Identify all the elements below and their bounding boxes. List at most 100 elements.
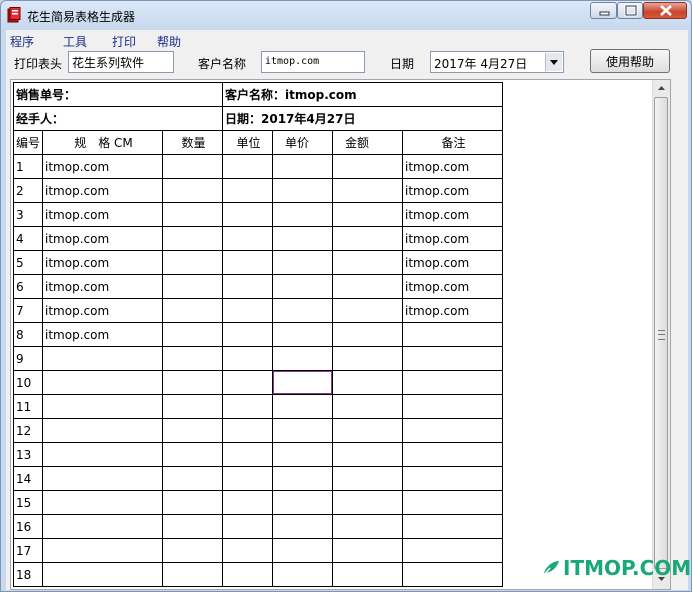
qty-cell[interactable] [162,202,223,227]
col-header-amount[interactable]: 金额 [332,130,403,155]
note-cell[interactable] [402,394,503,419]
amount-cell[interactable] [332,202,403,227]
unit-cell[interactable] [222,322,273,347]
date-dropdown-button[interactable] [545,53,562,71]
spec-cell[interactable]: itmop.com [42,154,163,179]
unit-cell[interactable] [222,202,273,227]
amount-cell[interactable] [332,154,403,179]
qty-cell[interactable] [162,322,223,347]
price-cell[interactable] [272,322,333,347]
amount-cell[interactable] [332,250,403,275]
row-number-cell[interactable]: 16 [13,514,43,539]
row-number-cell[interactable]: 13 [13,442,43,467]
qty-cell[interactable] [162,178,223,203]
note-cell[interactable] [402,346,503,371]
note-cell[interactable]: itmop.com [402,202,503,227]
menu-tools[interactable]: 工具 [63,33,87,50]
spec-cell[interactable] [42,562,163,587]
spec-cell[interactable]: itmop.com [42,250,163,275]
unit-cell[interactable] [222,538,273,563]
price-cell[interactable] [272,178,333,203]
menu-print[interactable]: 打印 [112,33,136,50]
col-header-price[interactable]: 单价 [272,130,333,155]
scroll-up-icon[interactable] [653,80,670,97]
qty-cell[interactable] [162,346,223,371]
note-cell[interactable] [402,442,503,467]
price-cell[interactable] [272,562,333,587]
row-number-cell[interactable]: 12 [13,418,43,443]
qty-cell[interactable] [162,514,223,539]
unit-cell[interactable] [222,442,273,467]
handler-cell[interactable]: 经手人： [13,106,223,131]
amount-cell[interactable] [332,346,403,371]
spec-cell[interactable] [42,538,163,563]
spec-cell[interactable]: itmop.com [42,178,163,203]
menu-help[interactable]: 帮助 [157,33,181,50]
qty-cell[interactable] [162,466,223,491]
note-cell[interactable]: itmop.com [402,274,503,299]
price-cell[interactable] [272,154,333,179]
sales-number-cell[interactable]: 销售单号： [13,82,223,107]
spec-cell[interactable] [42,418,163,443]
row-number-cell[interactable]: 6 [13,274,43,299]
note-cell[interactable] [402,514,503,539]
qty-cell[interactable] [162,226,223,251]
unit-cell[interactable] [222,298,273,323]
row-number-cell[interactable]: 18 [13,562,43,587]
amount-cell[interactable] [332,466,403,491]
row-number-cell[interactable]: 15 [13,490,43,515]
note-cell[interactable] [402,538,503,563]
price-cell[interactable] [272,274,333,299]
qty-cell[interactable] [162,370,223,395]
row-number-cell[interactable]: 1 [13,154,43,179]
col-header-no[interactable]: 编号 [13,130,43,155]
spec-cell[interactable] [42,442,163,467]
unit-cell[interactable] [222,418,273,443]
form-sheet[interactable]: 销售单号： 客户名称：itmop.com 经手人： 日期：2017年4月27日 … [10,79,671,590]
spec-cell[interactable]: itmop.com [42,226,163,251]
unit-cell[interactable] [222,274,273,299]
price-cell[interactable] [272,202,333,227]
spec-cell[interactable] [42,394,163,419]
row-number-cell[interactable]: 10 [13,370,43,395]
print-header-input[interactable]: 花生系列软件 [68,51,174,73]
price-cell[interactable] [272,466,333,491]
usage-help-button[interactable]: 使用帮助 [590,49,670,73]
unit-cell[interactable] [222,514,273,539]
note-cell[interactable]: itmop.com [402,226,503,251]
qty-cell[interactable] [162,538,223,563]
row-number-cell[interactable]: 11 [13,394,43,419]
note-cell[interactable] [402,418,503,443]
maximize-button[interactable] [617,2,643,19]
qty-cell[interactable] [162,490,223,515]
col-header-unit[interactable]: 单位 [222,130,273,155]
qty-cell[interactable] [162,298,223,323]
date-picker[interactable]: 2017年 4月27日 [430,51,564,73]
note-cell[interactable]: itmop.com [402,298,503,323]
note-cell[interactable] [402,466,503,491]
amount-cell[interactable] [332,514,403,539]
selected-cell[interactable] [272,370,333,395]
unit-cell[interactable] [222,250,273,275]
price-cell[interactable] [272,394,333,419]
unit-cell[interactable] [222,154,273,179]
amount-cell[interactable] [332,562,403,587]
note-cell[interactable]: itmop.com [402,178,503,203]
note-cell[interactable] [402,562,503,587]
row-number-cell[interactable]: 3 [13,202,43,227]
price-cell[interactable] [272,418,333,443]
title-bar[interactable]: 花生简易表格生成器 [1,1,691,29]
qty-cell[interactable] [162,274,223,299]
qty-cell[interactable] [162,442,223,467]
row-number-cell[interactable]: 9 [13,346,43,371]
row-number-cell[interactable]: 17 [13,538,43,563]
qty-cell[interactable] [162,394,223,419]
unit-cell[interactable] [222,178,273,203]
price-cell[interactable] [272,346,333,371]
note-cell[interactable] [402,370,503,395]
scroll-thumb[interactable] [654,97,668,569]
price-cell[interactable] [272,250,333,275]
date-line-cell[interactable]: 日期：2017年4月27日 [222,106,503,131]
col-header-note[interactable]: 备注 [402,130,503,155]
note-cell[interactable] [402,490,503,515]
